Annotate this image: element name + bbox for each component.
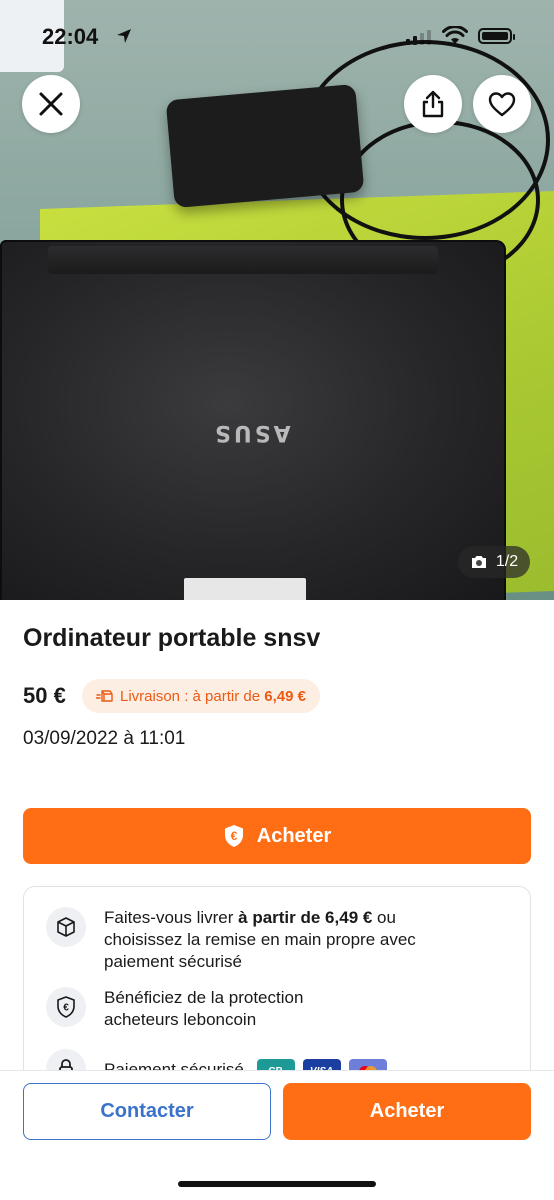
share-button[interactable] [404,75,462,133]
photo-laptop-hinge [48,246,438,274]
photo-brand-mark: ASUS [212,420,291,445]
home-indicator [178,1181,376,1187]
delivery-label: Livraison : à partir de [120,687,265,705]
listing-photo[interactable]: ASUS [0,0,554,600]
listing-title: Ordinateur portable snsv [23,624,321,652]
delivery-badge[interactable]: Livraison : à partir de 6,49 € [82,679,320,713]
info-row-delivery: Faites-vous livrer à partir de 6,49 € ou… [46,907,474,973]
cell-signal-icon [406,30,431,45]
wifi-icon [442,26,468,44]
close-button[interactable] [22,75,80,133]
svg-text:€: € [230,829,237,843]
euro-shield-icon: € [224,825,243,847]
listing-date: 03/09/2022 à 11:01 [23,728,186,749]
buy-button-label: Acheter [256,824,332,847]
photo-counter[interactable]: 1/2 [458,546,530,578]
info-text-delivery: Faites-vous livrer à partir de 6,49 € ou… [104,908,416,971]
delivery-package-icon [96,690,113,702]
info-row-protection: € Bénéficiez de la protection acheteurs … [46,987,354,1031]
location-arrow-icon [117,29,131,43]
status-time: 22:04 [42,24,99,49]
listing-price: 50 € [23,683,66,708]
package-icon [46,907,86,947]
photo-charger [165,83,365,209]
status-bar: 22:04 [0,0,554,70]
buy-button[interactable]: € Acheter [23,808,531,864]
bottom-buy-button[interactable]: Acheter [283,1083,531,1140]
info-text-protection: Bénéficiez de la protection acheteurs le… [104,988,304,1029]
delivery-price: 6,49 € [264,687,306,705]
photo-counter-text: 1/2 [495,553,519,570]
share-icon [422,90,444,118]
photo-sticker [184,578,306,600]
euro-shield-icon: € [46,987,86,1027]
battery-icon [478,28,515,44]
favorite-button[interactable] [473,75,531,133]
camera-icon [471,556,486,568]
svg-text:€: € [63,1003,69,1014]
contact-button[interactable]: Contacter [23,1083,271,1140]
heart-icon [488,92,516,117]
close-icon [39,92,63,116]
